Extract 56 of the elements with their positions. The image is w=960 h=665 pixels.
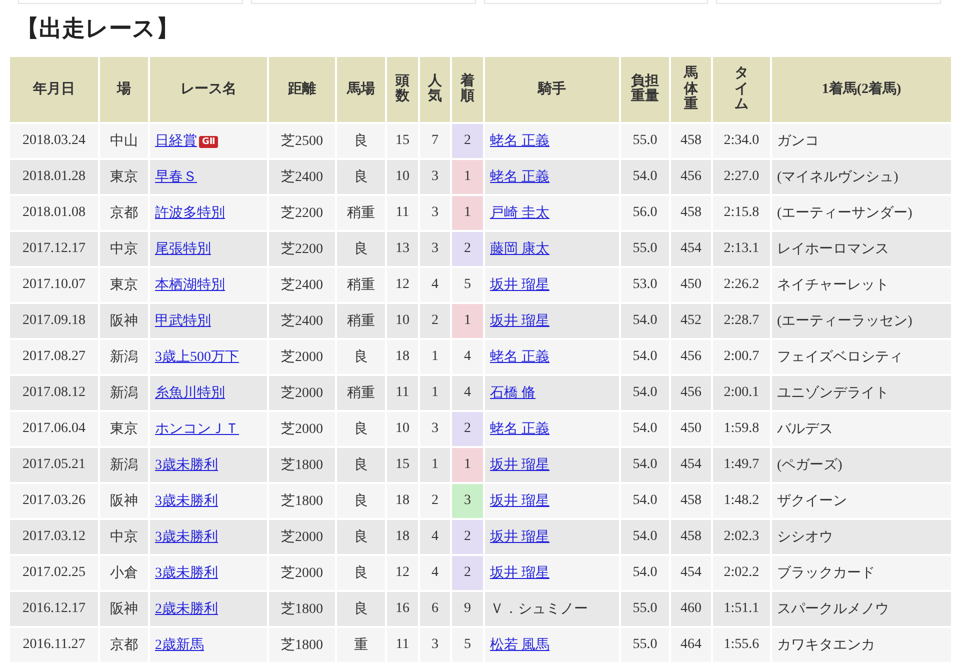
- race-link[interactable]: 甲武特別: [155, 314, 211, 329]
- finish-cell: 1: [451, 447, 484, 483]
- column-header: タイム: [712, 56, 771, 123]
- race-link[interactable]: 尾張特別: [155, 242, 211, 257]
- jockey-link[interactable]: 蛯名 正義: [490, 422, 550, 437]
- race-link[interactable]: 日経賞: [155, 134, 197, 149]
- jockey-link[interactable]: 藤岡 康太: [490, 242, 550, 257]
- finish-cell: 2: [451, 123, 484, 159]
- jockey-link[interactable]: 石橋 脩: [490, 386, 536, 401]
- finish-cell: 2: [451, 411, 484, 447]
- finish-cell: 1: [451, 195, 484, 231]
- column-header: 頭数: [386, 56, 419, 123]
- column-header: 騎手: [484, 56, 620, 123]
- column-header: 馬場: [336, 56, 386, 123]
- going-cell: 重: [336, 627, 386, 663]
- column-header: 場: [99, 56, 149, 123]
- winner-cell: カワキタエンカ: [771, 627, 952, 663]
- column-header: 距離: [268, 56, 336, 123]
- column-header: 人気: [419, 56, 451, 123]
- jockey-link[interactable]: 坂井 瑠星: [490, 278, 550, 293]
- finish-cell: 2: [451, 519, 484, 555]
- column-header: 馬体重: [670, 56, 712, 123]
- finish-cell: 2: [451, 231, 484, 267]
- jockey-link[interactable]: 坂井 瑠星: [490, 566, 550, 581]
- jockey-link[interactable]: 坂井 瑠星: [490, 458, 550, 473]
- jockey-link[interactable]: 蛯名 正義: [490, 350, 550, 365]
- jockey-link[interactable]: 坂井 瑠星: [490, 314, 550, 329]
- finish-cell: 2: [451, 555, 484, 591]
- popularity-cell: 3: [419, 627, 451, 663]
- column-header: レース名: [149, 56, 268, 123]
- date-cell: 2016.11.27: [9, 627, 99, 663]
- race-link[interactable]: 早春Ｓ: [155, 170, 197, 185]
- finish-cell: 5: [451, 627, 484, 663]
- finish-cell: 1: [451, 159, 484, 195]
- weight-cell: 55.0: [620, 627, 670, 663]
- column-header: 年月日: [9, 56, 99, 123]
- column-header: 負担重量: [620, 56, 670, 123]
- jockey-link[interactable]: 坂井 瑠星: [490, 530, 550, 545]
- time-cell: 1:55.6: [712, 627, 771, 663]
- column-header: 着順: [451, 56, 484, 123]
- race-link[interactable]: 2歳新馬: [155, 638, 204, 653]
- jockey-name: Ｖ．シュミノー: [490, 602, 588, 617]
- venue-cell: 京都: [99, 627, 149, 663]
- column-header: 1着馬(2着馬): [771, 56, 952, 123]
- jockey-link[interactable]: 蛯名 正義: [490, 134, 550, 149]
- section-title: 【出走レース】: [15, 15, 180, 43]
- distance-cell: 芝1800: [268, 627, 336, 663]
- jockey-link[interactable]: 戸崎 圭太: [490, 206, 550, 221]
- finish-cell: 1: [451, 303, 484, 339]
- grade-badge: GⅡ: [199, 136, 218, 148]
- jockey-link[interactable]: 蛯名 正義: [490, 170, 550, 185]
- finish-cell: 3: [451, 483, 484, 519]
- jockey-link[interactable]: 坂井 瑠星: [490, 494, 550, 509]
- horse-weight-cell: 464: [670, 627, 712, 663]
- runners-cell: 11: [386, 627, 419, 663]
- jockey-link[interactable]: 松若 風馬: [490, 638, 550, 653]
